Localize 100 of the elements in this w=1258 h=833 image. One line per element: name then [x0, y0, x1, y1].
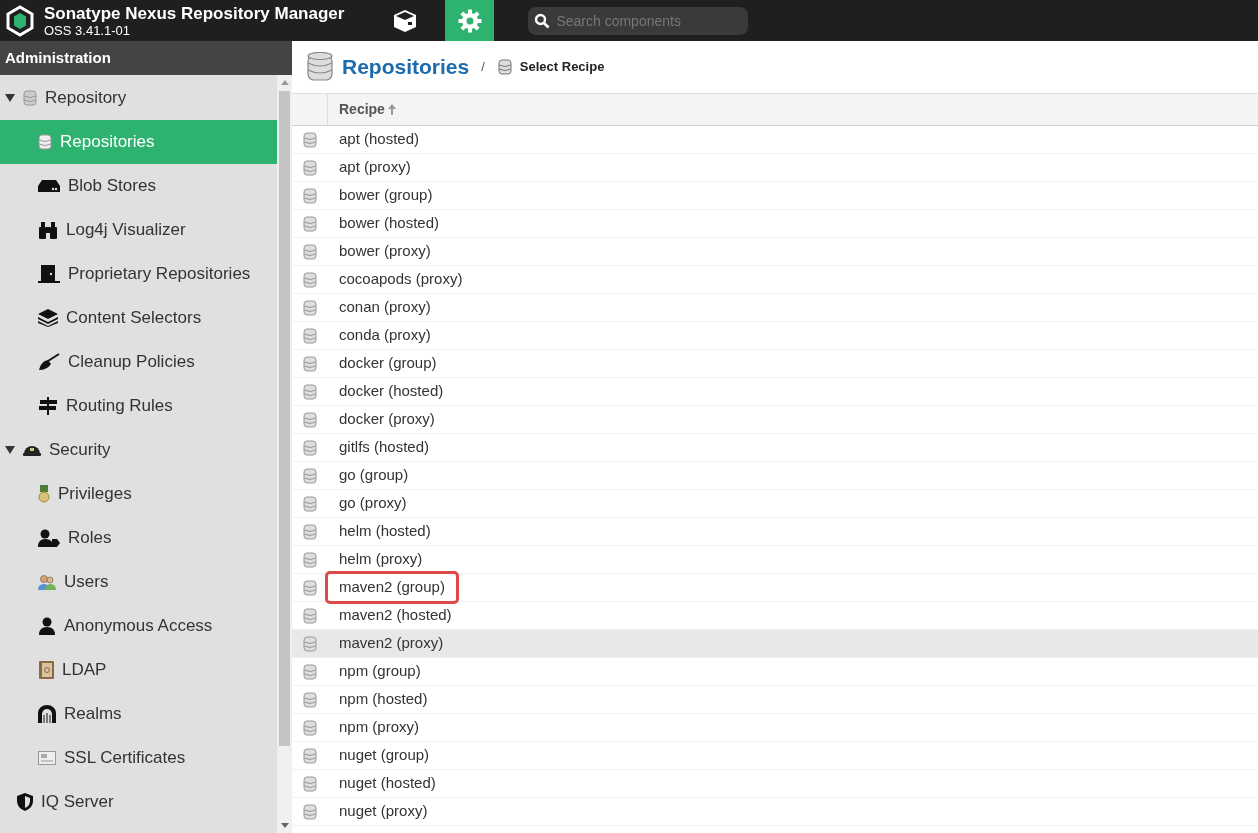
signpost-icon — [38, 397, 58, 415]
address-book-icon — [38, 661, 54, 679]
recipe-name: nuget (proxy) — [339, 801, 428, 822]
sidebar-group[interactable]: Repository — [0, 76, 277, 120]
recipe-name: nuget (hosted) — [339, 773, 436, 794]
recipe-name: docker (proxy) — [339, 409, 435, 430]
recipe-name: bower (proxy) — [339, 241, 431, 262]
recipe-name: conan (proxy) — [339, 297, 431, 318]
scrollbar[interactable] — [277, 75, 292, 833]
certificate-icon — [38, 751, 56, 765]
breadcrumb-separator: / — [481, 58, 485, 77]
scroll-up-icon[interactable] — [280, 80, 289, 85]
table-row[interactable]: maven2 (proxy) — [292, 630, 1258, 658]
database-icon — [303, 187, 317, 204]
database-icon — [303, 719, 317, 736]
sidebar-item[interactable]: Users — [0, 560, 277, 604]
archway-icon — [38, 705, 56, 723]
database-icon — [303, 439, 317, 456]
recipe-name: docker (hosted) — [339, 381, 444, 402]
database-icon — [497, 59, 512, 75]
database-icon — [303, 243, 317, 260]
settings-icon — [457, 8, 482, 33]
recipe-name: apt (hosted) — [339, 129, 420, 150]
database-icon — [303, 579, 317, 596]
recipe-name: helm (hosted) — [339, 521, 431, 542]
shield-icon — [17, 793, 33, 811]
sidebar-item[interactable]: Anonymous Access — [0, 604, 277, 648]
recipe-name: apt (proxy) — [339, 157, 411, 178]
user-tag-icon — [38, 529, 60, 547]
database-icon — [303, 411, 317, 428]
sidebar-item[interactable]: Roles — [0, 516, 277, 560]
users-icon — [38, 574, 56, 590]
recipe-name: npm (group) — [339, 661, 421, 682]
page-title[interactable]: Repositories — [342, 51, 470, 83]
sidebar-item[interactable]: Routing Rules — [0, 384, 277, 428]
database-icon — [303, 159, 317, 176]
recipe-name: docker (group) — [339, 353, 437, 374]
sort-up-icon[interactable] — [387, 104, 396, 115]
sidebar-item[interactable]: Proprietary Repositories — [0, 252, 277, 296]
search-icon — [534, 12, 551, 29]
database-icon — [303, 131, 317, 148]
sidebar-item[interactable]: Cleanup Policies — [0, 340, 277, 384]
recipe-name: npm (proxy) — [339, 717, 420, 738]
database-icon — [303, 803, 317, 820]
database-icon — [303, 663, 317, 680]
caret-down-icon[interactable] — [5, 94, 15, 102]
app-title: Sonatype Nexus Repository Manager — [44, 4, 345, 22]
sidebar-item[interactable]: Realms — [0, 692, 277, 736]
scrollbar-thumb[interactable] — [279, 91, 290, 746]
medal-icon — [38, 485, 50, 503]
database-icon — [303, 607, 317, 624]
sidebar-item[interactable]: Blob Stores — [0, 164, 277, 208]
search-field[interactable]: Search components — [528, 6, 749, 35]
sidebar-title: Administration — [0, 41, 292, 75]
sidebar-group[interactable]: Security — [0, 428, 277, 472]
recipe-name: gitlfs (hosted) — [339, 437, 430, 458]
door-icon — [38, 265, 60, 283]
recipe-name: maven2 (proxy) — [339, 633, 444, 654]
table-row[interactable]: maven2 (group) — [292, 574, 1258, 602]
database-icon — [23, 90, 37, 106]
recipe-name: bower (hosted) — [339, 213, 440, 234]
database-icon — [303, 495, 317, 512]
sidebar-group[interactable]: IQ Server — [0, 780, 277, 824]
sidebar-item[interactable]: LDAP — [0, 648, 277, 692]
user-icon — [38, 617, 56, 635]
highlighted-recipe: maven2 (group) — [325, 571, 459, 604]
layers-icon — [38, 309, 58, 327]
database-icon — [303, 271, 317, 288]
cube-icon — [392, 8, 417, 33]
sidebar-item[interactable]: Privileges — [0, 472, 277, 516]
helmet-icon — [23, 444, 41, 456]
database-icon — [303, 775, 317, 792]
hard-drive-icon — [38, 179, 60, 193]
database-icon — [303, 299, 317, 316]
database-icon — [307, 52, 333, 82]
scroll-down-icon[interactable] — [280, 823, 289, 828]
caret-down-icon[interactable] — [5, 446, 15, 454]
recipe-name: helm (proxy) — [339, 549, 423, 570]
recipe-name: maven2 (hosted) — [339, 605, 452, 626]
database-icon — [303, 691, 317, 708]
sidebar-item[interactable]: Log4j Visualizer — [0, 208, 277, 252]
sidebar-item[interactable]: SSL Certificates — [0, 736, 277, 780]
recipe-name: bower (group) — [339, 185, 433, 206]
database-icon — [38, 134, 52, 150]
database-icon — [303, 523, 317, 540]
database-icon — [303, 327, 317, 344]
recipe-name: conda (proxy) — [339, 325, 431, 346]
recipe-name: go (group) — [339, 465, 409, 486]
sidebar-item[interactable]: Content Selectors — [0, 296, 277, 340]
settings-button[interactable] — [445, 0, 495, 41]
database-icon — [303, 467, 317, 484]
database-icon — [303, 383, 317, 400]
recipe-name: cocoapods (proxy) — [339, 269, 463, 290]
database-icon — [303, 635, 317, 652]
app-version: OSS 3.41.1-01 — [44, 23, 131, 37]
recipe-name: go (proxy) — [339, 493, 407, 514]
database-icon — [303, 551, 317, 568]
database-icon — [303, 747, 317, 764]
database-icon — [303, 215, 317, 232]
hexagon-logo-icon — [6, 4, 34, 37]
